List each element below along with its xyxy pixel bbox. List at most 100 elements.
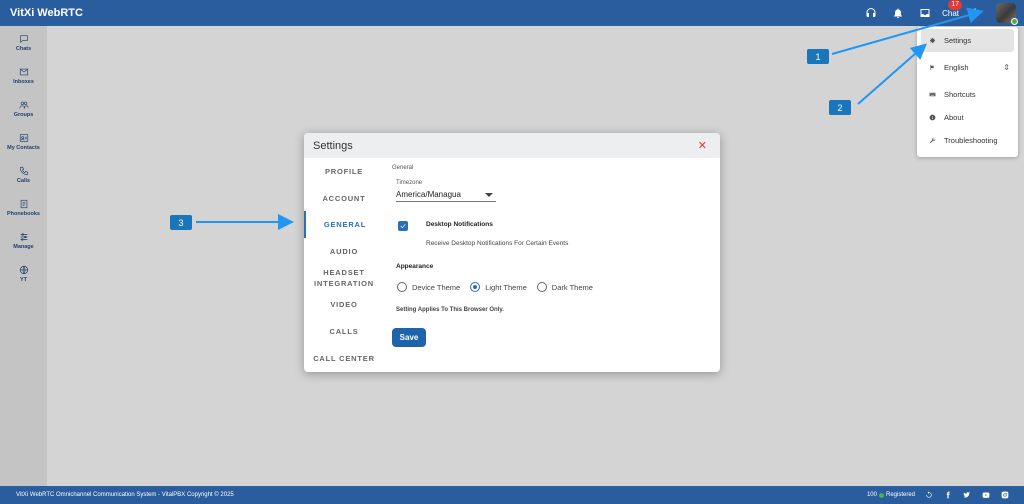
timezone-value: America/Managua [396, 190, 461, 199]
settings-tabs: PROFILE ACCOUNT GENERAL AUDIO HEADSET IN… [304, 158, 384, 372]
tab-profile[interactable]: PROFILE [304, 158, 384, 185]
avatar[interactable] [996, 3, 1018, 25]
instagram-icon[interactable] [1000, 490, 1010, 500]
applies-note: Setting Applies To This Browser Only. [396, 307, 504, 313]
radio-dark-theme[interactable]: Dark Theme [536, 282, 593, 292]
tab-call-center[interactable]: CALL CENTER [304, 345, 384, 372]
bell-icon[interactable] [887, 2, 909, 24]
sidebar-item-manage[interactable]: Manage [0, 224, 47, 257]
chat-badge: 17 [948, 0, 962, 10]
save-button[interactable]: Save [392, 328, 426, 347]
callout-1: 1 [807, 49, 829, 64]
sidebar-item-my-contacts[interactable]: My Contacts [0, 125, 47, 158]
radio-light-theme[interactable]: Light Theme [470, 282, 527, 292]
radio-circle-selected [470, 282, 481, 292]
footer: VitXi WebRTC Omnichannel Communication S… [0, 486, 1024, 504]
sidebar-item-calls[interactable]: Calls [0, 158, 47, 191]
radio-device-theme[interactable]: Device Theme [397, 282, 460, 292]
sliders-icon [20, 232, 27, 241]
sidebar-item-label: My Contacts [7, 144, 40, 151]
section-title: General [392, 165, 414, 171]
sidebar-item-label: Manage [13, 243, 34, 250]
tab-video[interactable]: VIDEO [304, 291, 384, 318]
flag-icon [930, 64, 934, 71]
arrow-2 [857, 43, 928, 105]
sidebar-item-groups[interactable]: Groups [0, 92, 47, 125]
menu-item-label: About [944, 113, 964, 122]
sidebar-item-label: YT [19, 276, 28, 283]
chat-label: Chat [942, 8, 959, 18]
facebook-icon[interactable] [943, 490, 953, 500]
modal-header: Settings ✕ [304, 133, 720, 158]
settings-modal: Settings ✕ PROFILE ACCOUNT GENERAL AUDIO… [304, 133, 720, 372]
menu-item-troubleshooting[interactable]: Troubleshooting [921, 129, 1014, 152]
callout-3: 3 [170, 215, 192, 230]
menu-item-about[interactable]: About [921, 106, 1014, 129]
more-vertical-icon[interactable] [964, 2, 986, 24]
envelope-icon [19, 68, 28, 75]
menu-item-shortcuts[interactable]: Shortcuts [921, 83, 1014, 106]
top-bar: VitXi WebRTC Chat 17 [0, 0, 1024, 26]
tab-general[interactable]: GENERAL [304, 211, 384, 239]
sidebar-item-yt[interactable]: YT [0, 257, 47, 290]
tab-headset-integration[interactable]: HEADSET INTEGRATION [304, 265, 384, 292]
phonebook-icon [20, 199, 27, 208]
menu-item-label: Troubleshooting [944, 136, 998, 145]
desktop-notifications-label: Desktop Notifications [426, 221, 493, 228]
desktop-notifications-description: Receive Desktop Notifications For Certai… [426, 240, 569, 247]
tab-account[interactable]: ACCOUNT [304, 185, 384, 212]
sidebar-item-label: Calls [16, 177, 31, 184]
timezone-select[interactable]: America/Managua [396, 188, 496, 202]
inbox-icon[interactable] [914, 2, 936, 24]
gear-icon [929, 37, 936, 44]
sidebar: Chats Inboxes Groups My Contacts Calls P… [0, 26, 47, 486]
user-dropdown-menu: Settings English ⇕ Shortcuts About Troub… [917, 27, 1018, 157]
app-title: VitXi WebRTC [10, 7, 83, 19]
close-icon[interactable]: ✕ [698, 139, 707, 152]
online-status-dot [1011, 18, 1018, 25]
callout-2: 2 [829, 100, 851, 115]
menu-item-label: Shortcuts [944, 90, 976, 99]
registration-status: Registered [885, 492, 915, 498]
sidebar-item-phonebooks[interactable]: Phonebooks [0, 191, 47, 224]
modal-title: Settings [313, 139, 353, 152]
general-settings-panel: General Timezone America/Managua Desktop… [392, 158, 712, 372]
chat-bubble-icon [19, 34, 28, 43]
copyright-text: VitXi WebRTC Omnichannel Communication S… [16, 492, 234, 498]
menu-item-label: Settings [944, 36, 972, 45]
radio-label: Light Theme [485, 282, 527, 292]
tab-calls[interactable]: CALLS [304, 318, 384, 345]
radio-circle [397, 282, 407, 292]
registered-dot [878, 492, 884, 498]
sidebar-item-label: Chats [15, 45, 32, 52]
globe-icon [19, 265, 28, 274]
radio-label: Dark Theme [551, 282, 593, 292]
menu-item-label: English [944, 63, 969, 72]
youtube-icon[interactable] [981, 490, 991, 500]
chevron-up-down-icon[interactable]: ⇕ [1003, 63, 1010, 72]
desktop-notifications-checkbox[interactable] [398, 221, 408, 231]
topbar-actions: Chat 17 [855, 0, 1018, 26]
phone-icon [19, 166, 28, 175]
sidebar-item-label: Phonebooks [6, 210, 40, 217]
info-icon [929, 114, 936, 121]
radio-circle [536, 282, 547, 292]
wrench-icon [929, 137, 936, 144]
contact-card-icon [19, 133, 28, 142]
headset-icon[interactable] [860, 2, 882, 24]
twitter-icon[interactable] [962, 490, 972, 500]
menu-item-settings[interactable]: Settings [921, 29, 1014, 52]
keyboard-icon [929, 92, 936, 97]
footer-status: 100 Registered [867, 490, 1010, 500]
theme-radio-group: Device Theme Light Theme Dark Theme [397, 282, 603, 292]
tab-audio[interactable]: AUDIO [304, 238, 384, 265]
sidebar-item-label: Inboxes [13, 78, 34, 85]
radio-label: Device Theme [412, 282, 461, 292]
refresh-icon[interactable] [924, 490, 934, 500]
menu-item-language[interactable]: English ⇕ [921, 56, 1014, 79]
caret-down-icon [485, 193, 493, 197]
sidebar-item-chats[interactable]: Chats [0, 26, 47, 59]
sidebar-item-inboxes[interactable]: Inboxes [0, 59, 47, 92]
chat-button[interactable]: Chat 17 [942, 0, 962, 18]
sidebar-item-label: Groups [13, 111, 34, 118]
